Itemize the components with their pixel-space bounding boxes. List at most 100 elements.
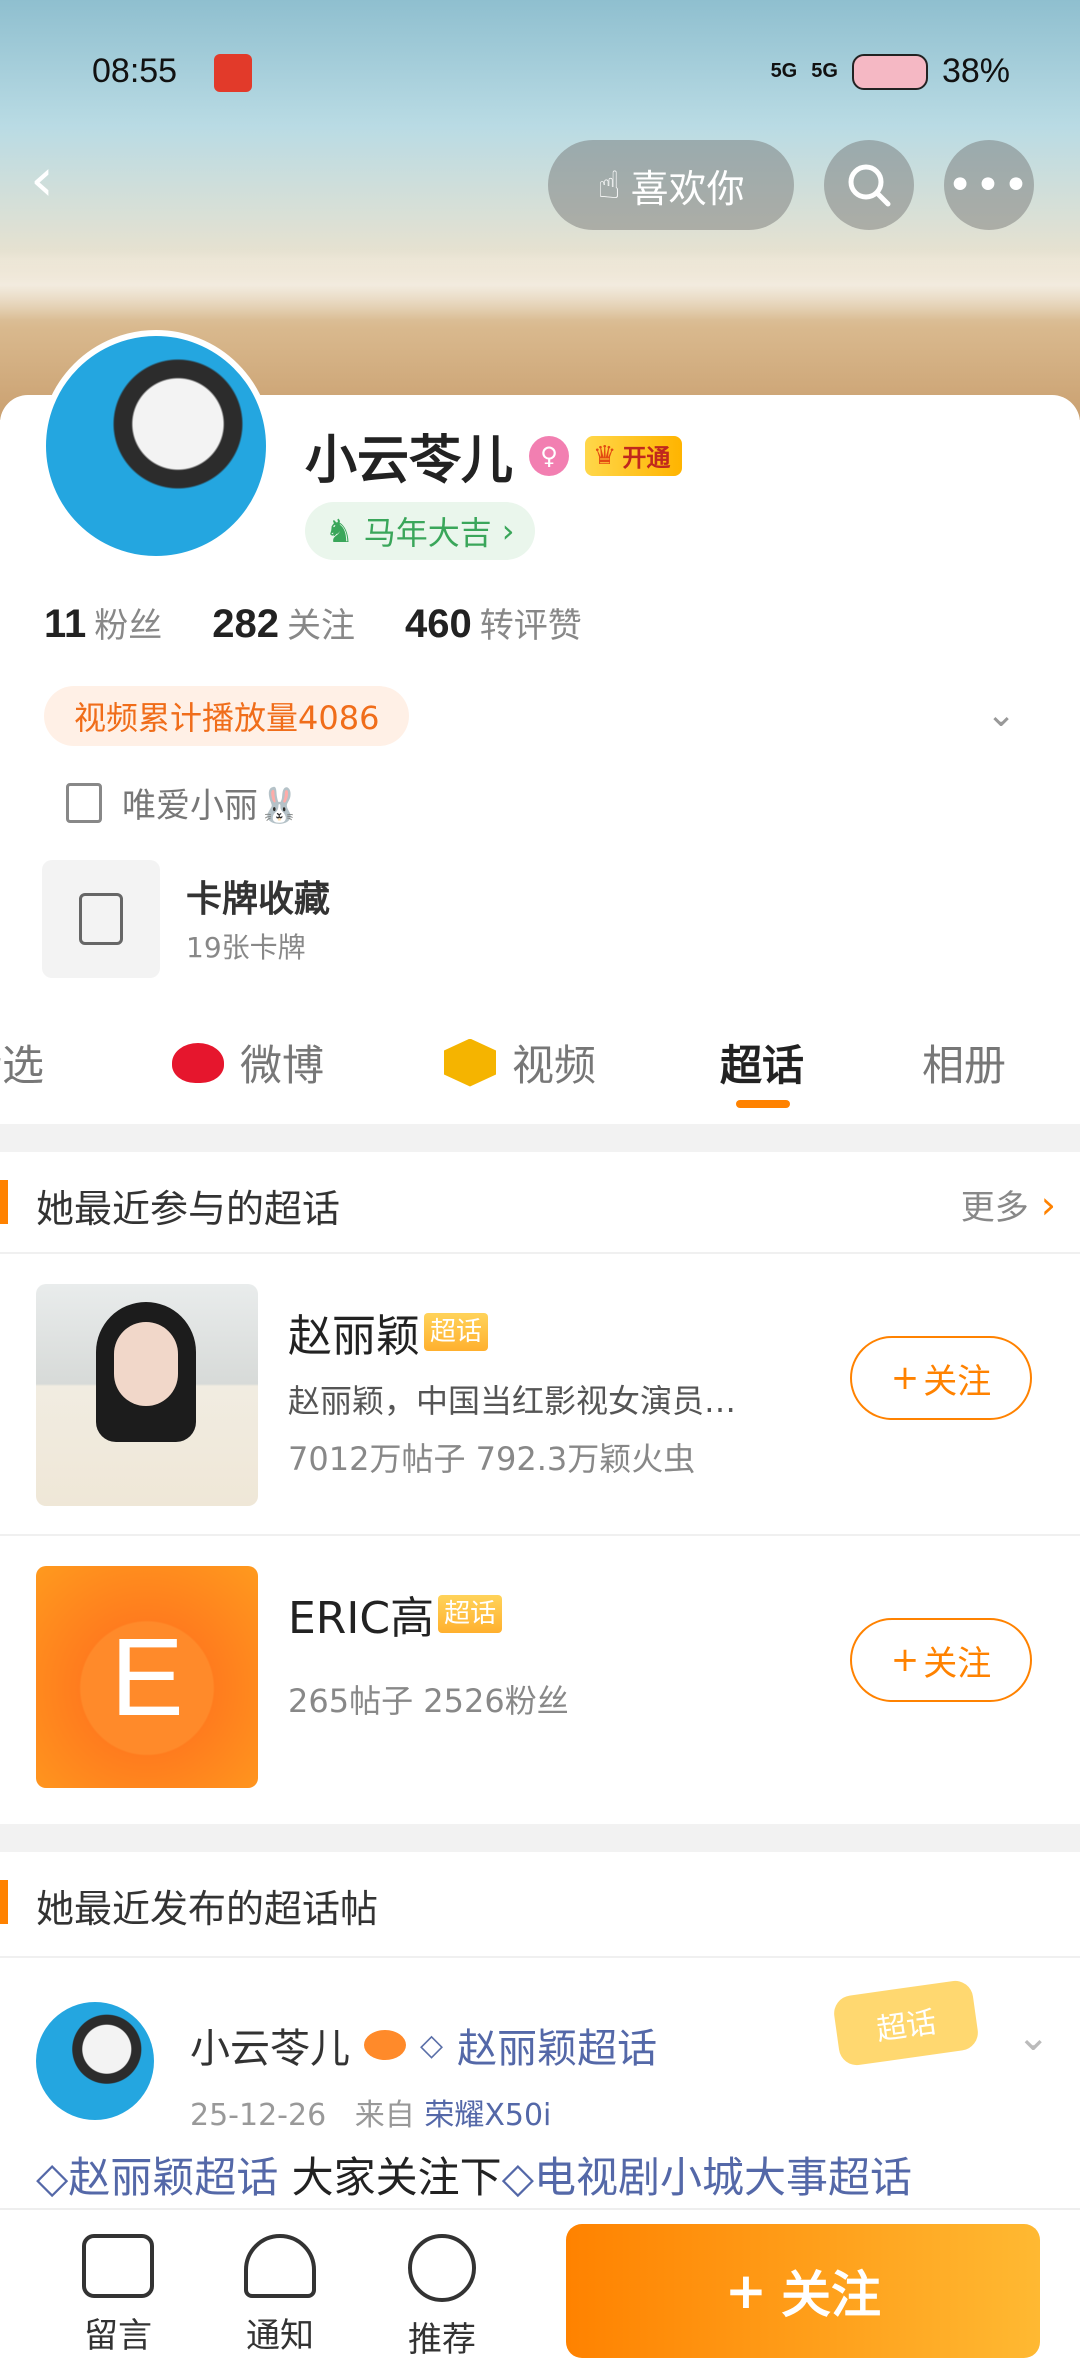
divider (0, 1124, 1080, 1152)
video-plays-badge[interactable]: 视频累计播放量4086 (44, 686, 410, 746)
supertopic-tag: 超话 (424, 1313, 489, 1351)
crown-icon: ♛ (593, 440, 617, 471)
follow-topic-button[interactable]: + 关注 (850, 1336, 1032, 1420)
supertopic-tag: 超话 (438, 1595, 503, 1633)
section-title: 她最近发布的超话帖 (36, 1887, 379, 1931)
profile-name: 小云苓儿 (305, 431, 514, 491)
chevron-up-circle-icon (408, 2234, 476, 2302)
plus-icon: + (725, 2262, 767, 2320)
chevron-down-icon[interactable]: ⌄ (986, 694, 1030, 738)
more-link[interactable]: 更多 › (961, 1180, 1056, 1229)
plus-icon: + (890, 1358, 920, 1398)
hand-heart-icon: ☝ (597, 163, 621, 207)
follow-user-button[interactable]: + 关注 (566, 2224, 1040, 2358)
topic-row[interactable]: E ERIC高 超话 265帖子 2526粉丝 + 关注 (0, 1534, 1080, 1794)
topic-description: 赵丽颖，中国当红影视女演员… (288, 1382, 737, 1420)
search-icon (848, 164, 891, 207)
like-button[interactable]: ☝ 喜欢你 (548, 140, 794, 230)
avatar[interactable] (40, 330, 272, 562)
chevron-right-icon: › (501, 512, 515, 550)
tab-weibo[interactable]: 微博 (172, 1032, 324, 1093)
post-text: ◇赵丽颖超话 大家关注下◇电视剧小城大事超话 (36, 2144, 912, 2205)
horse-tag-label: 马年大吉 (363, 514, 492, 552)
chevron-down-icon[interactable]: ⌄ (1016, 2014, 1050, 2060)
card-collection[interactable]: 卡牌收藏 19张卡牌 (42, 860, 642, 978)
plus-icon: + (890, 1640, 920, 1680)
vip-label: 开通 (622, 444, 671, 472)
status-time: 08:55 (92, 52, 178, 90)
more-button[interactable]: ••• (944, 140, 1034, 230)
weibo-icon (172, 1042, 224, 1083)
battery-icon (851, 53, 928, 90)
notify-label: 通知 (246, 2316, 314, 2356)
section-accent-bar (0, 1180, 8, 1224)
divider (0, 1824, 1080, 1852)
stat-interactions[interactable]: 460 转评赞 (405, 598, 582, 647)
post-author[interactable]: 小云苓儿 (190, 2016, 350, 2074)
post-text-body: 大家关注下 (278, 2153, 502, 2202)
post-author-row: 小云苓儿 ◇ 赵丽颖超话 (190, 2016, 657, 2074)
tab-video[interactable]: 视频 (444, 1032, 596, 1093)
topic-row[interactable]: 赵丽颖 超话 赵丽颖，中国当红影视女演员… 7012万帖子 792.3万颖火虫 +… (0, 1252, 1080, 1512)
recommend-label: 推荐 (408, 2320, 476, 2360)
follow-label: 关注 (923, 1361, 992, 1402)
recommend-button[interactable]: 推荐 (382, 2234, 502, 2361)
stat-label: 转评赞 (479, 606, 582, 646)
message-button[interactable]: 留言 (58, 2234, 178, 2357)
stat-label: 关注 (287, 606, 356, 646)
status-bar: 08:55 5G 5G 38% (0, 48, 1080, 98)
more-icon: ••• (947, 159, 1031, 211)
tab-supertopic[interactable]: 超话 (720, 1032, 804, 1093)
banner-wave (0, 250, 1080, 320)
tab-label: 相册 (922, 1041, 1007, 1090)
message-label: 留言 (84, 2316, 152, 2356)
supertopic-post[interactable]: 小云苓儿 ◇ 赵丽颖超话 25-12-26 来自 荣耀X50i 超话 ⌄ ◇赵丽… (0, 1956, 1080, 2206)
recent-topics-header: 她最近参与的超话 更多 › (0, 1152, 1080, 1252)
card-collection-icon (42, 860, 160, 978)
topic-thumbnail (36, 1284, 258, 1506)
section-accent-bar (0, 1880, 8, 1924)
top-bar: ‹ ☝ 喜欢你 ••• (0, 140, 1080, 230)
search-button[interactable] (824, 140, 914, 230)
vip-badge[interactable]: ♛ 开通 (585, 435, 683, 476)
stat-followers[interactable]: 11 粉丝 (44, 598, 162, 647)
bio-text: 唯爱小丽🐰 (122, 786, 301, 826)
tab-album[interactable]: 相册 (922, 1032, 1006, 1093)
post-text-link[interactable]: 电视剧小城大事超话 (534, 2153, 912, 2202)
signal-icon-1: 5G (770, 60, 798, 82)
stats-row: 11 粉丝 282 关注 460 转评赞 (44, 598, 582, 647)
fish-badge-icon (364, 2030, 406, 2060)
stat-num: 282 (212, 602, 280, 646)
stat-label: 粉丝 (94, 606, 163, 646)
topic-name-row: ERIC高 超话 (288, 1582, 503, 1646)
stat-num: 11 (44, 602, 87, 646)
tab-label: 精选 (0, 1041, 45, 1090)
diamond-icon: ◇ (501, 2153, 534, 2202)
horse-year-tag[interactable]: ♞ 马年大吉 › (305, 502, 535, 560)
post-avatar[interactable] (36, 2002, 154, 2120)
tab-active-indicator (736, 1100, 790, 1108)
female-icon: ♀ (529, 435, 570, 476)
app-notification-icon (214, 54, 252, 92)
tab-label: 微博 (240, 1041, 325, 1090)
topic-name-row: 赵丽颖 超话 (288, 1300, 489, 1364)
profile-tabs: 精选 微博 视频 超话 相册 (0, 1012, 1080, 1122)
document-icon (66, 782, 102, 823)
follow-topic-button[interactable]: + 关注 (850, 1618, 1032, 1702)
like-label: 喜欢你 (630, 166, 745, 211)
diamond-icon: ◇ (420, 2027, 444, 2063)
post-date: 25-12-26 (190, 2098, 327, 2133)
post-topic-link[interactable]: 赵丽颖超话 (457, 2016, 657, 2074)
tab-featured[interactable]: 精选 (0, 1032, 44, 1093)
video-icon (444, 1038, 496, 1087)
name-row: 小云苓儿 ♀ ♛ 开通 (305, 418, 683, 493)
tab-label: 视频 (512, 1041, 597, 1090)
bell-plus-icon (244, 2234, 316, 2298)
stat-following[interactable]: 282 关注 (212, 598, 355, 647)
post-text-link[interactable]: 赵丽颖超话 (68, 2153, 278, 2202)
follow-label: 关注 (923, 1643, 992, 1684)
topic-thumbnail: E (36, 1566, 258, 1788)
post-device[interactable]: 荣耀X50i (424, 2098, 551, 2133)
back-icon[interactable]: ‹ (30, 150, 90, 212)
notify-button[interactable]: 通知 (220, 2234, 340, 2357)
